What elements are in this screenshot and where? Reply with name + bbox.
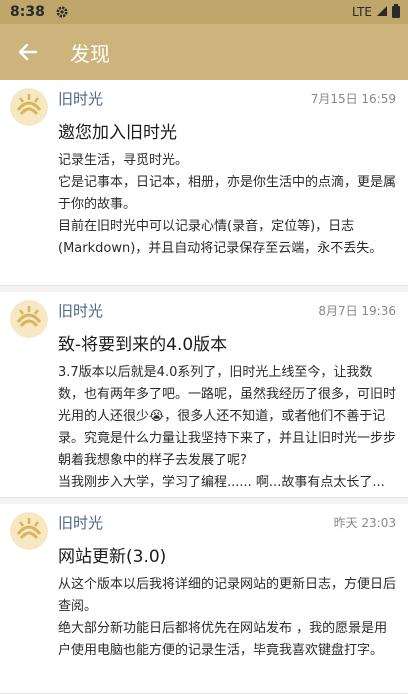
post-body: 3.7版本以后就是4.0系列了，旧时光上线至今，让我数数，也有两年多了吧。一路呢…: [58, 365, 397, 490]
post-date: 昨天 23:03: [333, 516, 396, 530]
status-bar: 8:38 LTE: [0, 0, 408, 24]
post-author[interactable]: 旧时光: [58, 300, 103, 321]
post-body: 从这个版本以后我将详细的记录网站的更新日志，方便日后查阅。 绝大部分新功能日后都…: [58, 577, 397, 658]
post-title: 致-将要到来的4.0版本: [58, 335, 228, 355]
status-right: LTE: [352, 3, 400, 21]
post-body: 记录生活，寻觅时光。 它是记事本，日记本，相册，亦是你生活中的点滴，更是属于你的…: [58, 153, 397, 256]
post-author[interactable]: 旧时光: [58, 88, 103, 109]
post-author[interactable]: 旧时光: [58, 512, 103, 533]
post-card[interactable]: 旧时光 8月7日 19:36 致-将要到来的4.0版本 3.7版本以后就是4.0…: [0, 292, 408, 498]
avatar: [10, 512, 48, 550]
status-time: 8:38: [10, 4, 45, 20]
post-card[interactable]: 旧时光 7月15日 16:59 邀您加入旧时光 记录生活，寻觅时光。 它是记事本…: [0, 80, 408, 286]
avatar: [10, 300, 48, 338]
page-title: 发现: [70, 41, 110, 66]
app-bar: 发现: [0, 24, 408, 80]
gear-icon: [55, 5, 69, 19]
post-date: 8月7日 19:36: [318, 304, 396, 318]
post-title: 网站更新(3.0): [58, 547, 167, 567]
post-date: 7月15日 16:59: [310, 92, 396, 106]
signal-icon: [376, 5, 388, 20]
post-title: 邀您加入旧时光: [58, 123, 177, 143]
arrow-left-icon[interactable]: [0, 24, 56, 80]
post-card[interactable]: 旧时光 昨天 23:03 网站更新(3.0) 从这个版本以后我将详细的记录网站的…: [0, 504, 408, 694]
avatar: [10, 88, 48, 126]
battery-icon: [392, 3, 400, 21]
network-label: LTE: [352, 5, 372, 19]
